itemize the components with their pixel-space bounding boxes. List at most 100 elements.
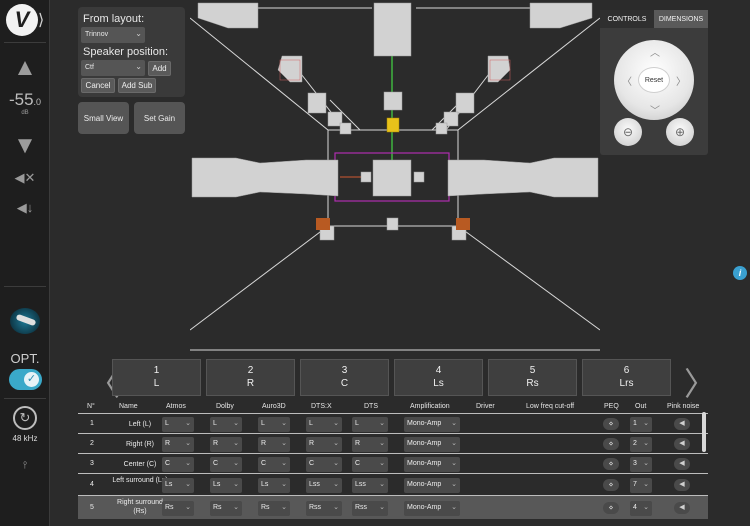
optimizer-toggle[interactable]: ✓ xyxy=(9,369,42,390)
speaker-left[interactable] xyxy=(191,157,339,198)
dtsx-select[interactable]: L ⌄ xyxy=(306,417,342,432)
auro3d-select[interactable]: Ls ⌄ xyxy=(258,478,290,493)
pink-noise-icon[interactable]: ◀ xyxy=(674,502,690,514)
speaker-left-height-2[interactable] xyxy=(307,92,327,114)
speaker-top-center[interactable] xyxy=(373,2,412,57)
speaker-position-select[interactable]: Ctf ⌄ xyxy=(81,60,145,76)
reset-button[interactable]: Reset xyxy=(638,67,670,93)
amplification-select[interactable]: Mono-Amp ⌄ xyxy=(404,417,460,432)
amplification-select[interactable]: Mono-Amp ⌄ xyxy=(404,478,460,493)
cancel-button[interactable]: Cancel xyxy=(81,78,115,93)
channel-tile[interactable]: 2R xyxy=(206,359,295,396)
dolby-select[interactable]: Rs ⌄ xyxy=(210,501,242,516)
amplification-select[interactable]: Mono-Amp ⌄ xyxy=(404,437,460,452)
dim-icon[interactable]: ◀↓ xyxy=(14,200,36,218)
pink-noise-icon[interactable]: ◀ xyxy=(674,438,690,450)
subwoofer-right[interactable] xyxy=(456,218,470,230)
table-row[interactable]: 3 Center (C) C ⌄ C ⌄ C ⌄ C ⌄ C ⌄ Mono-Amp ⌄ ⋄ 3 ⌄ ◀ xyxy=(78,453,708,473)
dolby-select[interactable]: R ⌄ xyxy=(210,437,242,452)
peq-icon[interactable]: ⋄ xyxy=(603,458,619,470)
channel-tile[interactable]: 1L xyxy=(112,359,201,396)
dts-select[interactable]: Lss ⌄ xyxy=(352,478,388,493)
arrow-right-icon[interactable]: 〉 xyxy=(676,73,686,88)
speaker-selected[interactable] xyxy=(386,117,400,133)
speaker-center-left[interactable] xyxy=(360,171,372,183)
channel-tile[interactable]: 6 Lrs xyxy=(582,359,671,396)
chevron-right-icon[interactable]: 〉 xyxy=(684,359,716,405)
input-icon[interactable]: ⫯ xyxy=(14,460,36,478)
out-select[interactable]: 4 ⌄ xyxy=(630,501,652,516)
volume-down-button[interactable]: ▼ xyxy=(10,132,40,159)
auro3d-select[interactable]: C ⌄ xyxy=(258,457,290,472)
speaker-rear-center[interactable] xyxy=(386,217,399,231)
arrow-up-icon[interactable]: ︿ xyxy=(650,44,660,59)
peq-icon[interactable]: ⋄ xyxy=(603,438,619,450)
out-select[interactable]: 3 ⌄ xyxy=(630,457,652,472)
atmos-select[interactable]: C ⌄ xyxy=(162,457,194,472)
pink-noise-icon[interactable]: ◀ xyxy=(674,418,690,430)
speaker-top-left[interactable] xyxy=(197,2,259,29)
peq-icon[interactable]: ⋄ xyxy=(603,479,619,491)
dts-select[interactable]: L ⌄ xyxy=(352,417,388,432)
pink-noise-icon[interactable]: ◀ xyxy=(674,479,690,491)
zoom-out-icon[interactable]: ⊖ xyxy=(614,118,642,146)
dtsx-select[interactable]: Lss ⌄ xyxy=(306,478,342,493)
source-icon[interactable] xyxy=(10,308,40,334)
channel-tile[interactable]: 3C xyxy=(300,359,389,396)
set-gain-button[interactable]: Set Gain xyxy=(134,102,185,134)
out-select[interactable]: 7 ⌄ xyxy=(630,478,652,493)
auro3d-select[interactable]: Rs ⌄ xyxy=(258,501,290,516)
app-logo[interactable]: V xyxy=(6,4,38,36)
add-button[interactable]: Add xyxy=(148,61,171,76)
atmos-select[interactable]: Ls ⌄ xyxy=(162,478,194,493)
out-select[interactable]: 2 ⌄ xyxy=(630,437,652,452)
dtsx-select[interactable]: Rss ⌄ xyxy=(306,501,342,516)
speaker-center-right[interactable] xyxy=(413,171,425,183)
speaker-lw[interactable] xyxy=(339,122,352,135)
dolby-select[interactable]: L ⌄ xyxy=(210,417,242,432)
table-row[interactable]: 1 Left (L) L ⌄ L ⌄ L ⌄ L ⌄ L ⌄ Mono-Amp ⌄ ⋄ 1 ⌄ ◀ xyxy=(78,413,708,433)
volume-up-button[interactable]: ▲ xyxy=(10,54,40,81)
amplification-select[interactable]: Mono-Amp ⌄ xyxy=(404,457,460,472)
pink-noise-icon[interactable]: ◀ xyxy=(674,458,690,470)
dts-select[interactable]: C ⌄ xyxy=(352,457,388,472)
speaker-top-right[interactable] xyxy=(529,2,593,29)
info-icon[interactable]: i xyxy=(733,266,747,280)
speaker-right-height-2[interactable] xyxy=(455,92,475,114)
speaker-map[interactable] xyxy=(190,0,600,355)
arrow-down-icon[interactable]: ﹀ xyxy=(650,102,660,117)
dolby-select[interactable]: Ls ⌄ xyxy=(210,478,242,493)
tab-controls[interactable]: CONTROLS xyxy=(600,10,654,28)
peq-icon[interactable]: ⋄ xyxy=(603,502,619,514)
speaker-center-height[interactable] xyxy=(383,91,403,111)
zoom-in-icon[interactable]: ⊕ xyxy=(666,118,694,146)
dolby-select[interactable]: C ⌄ xyxy=(210,457,242,472)
direction-pad[interactable]: ︿ ﹀ 〈 〉 Reset xyxy=(614,40,694,120)
atmos-select[interactable]: Rs ⌄ xyxy=(162,501,194,516)
auro3d-select[interactable]: R ⌄ xyxy=(258,437,290,452)
out-select[interactable]: 1 ⌄ xyxy=(630,417,652,432)
add-sub-button[interactable]: Add Sub xyxy=(118,78,156,93)
speaker-center[interactable] xyxy=(372,159,412,197)
arrow-left-icon[interactable]: 〈 xyxy=(622,73,632,88)
chevron-right-icon[interactable]: ⟩ xyxy=(38,10,44,30)
table-row[interactable]: 2 Right (R) R ⌄ R ⌄ R ⌄ R ⌄ R ⌄ Mono-Amp ⌄ ⋄ 2 ⌄ ◀ xyxy=(78,433,708,453)
speaker-rw[interactable] xyxy=(435,122,448,135)
small-view-button[interactable]: Small View xyxy=(78,102,129,134)
auro3d-select[interactable]: L ⌄ xyxy=(258,417,290,432)
mute-icon[interactable]: ◀✕ xyxy=(14,170,36,188)
speaker-right[interactable] xyxy=(447,157,599,198)
channel-tile[interactable]: 5 Rs xyxy=(488,359,577,396)
dtsx-select[interactable]: C ⌄ xyxy=(306,457,342,472)
atmos-select[interactable]: R ⌄ xyxy=(162,437,194,452)
amplification-select[interactable]: Mono-Amp ⌄ xyxy=(404,501,460,516)
dts-select[interactable]: R ⌄ xyxy=(352,437,388,452)
dts-select[interactable]: Rss ⌄ xyxy=(352,501,388,516)
tab-dimensions[interactable]: DIMENSIONS xyxy=(654,10,708,28)
channel-tile[interactable]: 4 Ls xyxy=(394,359,483,396)
from-layout-select[interactable]: Trinnov ⌄ xyxy=(81,27,145,43)
peq-icon[interactable]: ⋄ xyxy=(603,418,619,430)
table-row[interactable]: 5 Right surround (Rs) Rs ⌄ Rs ⌄ Rs ⌄ Rss ⌄ Rss ⌄ Mon… xyxy=(78,495,708,519)
atmos-select[interactable]: L ⌄ xyxy=(162,417,194,432)
dtsx-select[interactable]: R ⌄ xyxy=(306,437,342,452)
